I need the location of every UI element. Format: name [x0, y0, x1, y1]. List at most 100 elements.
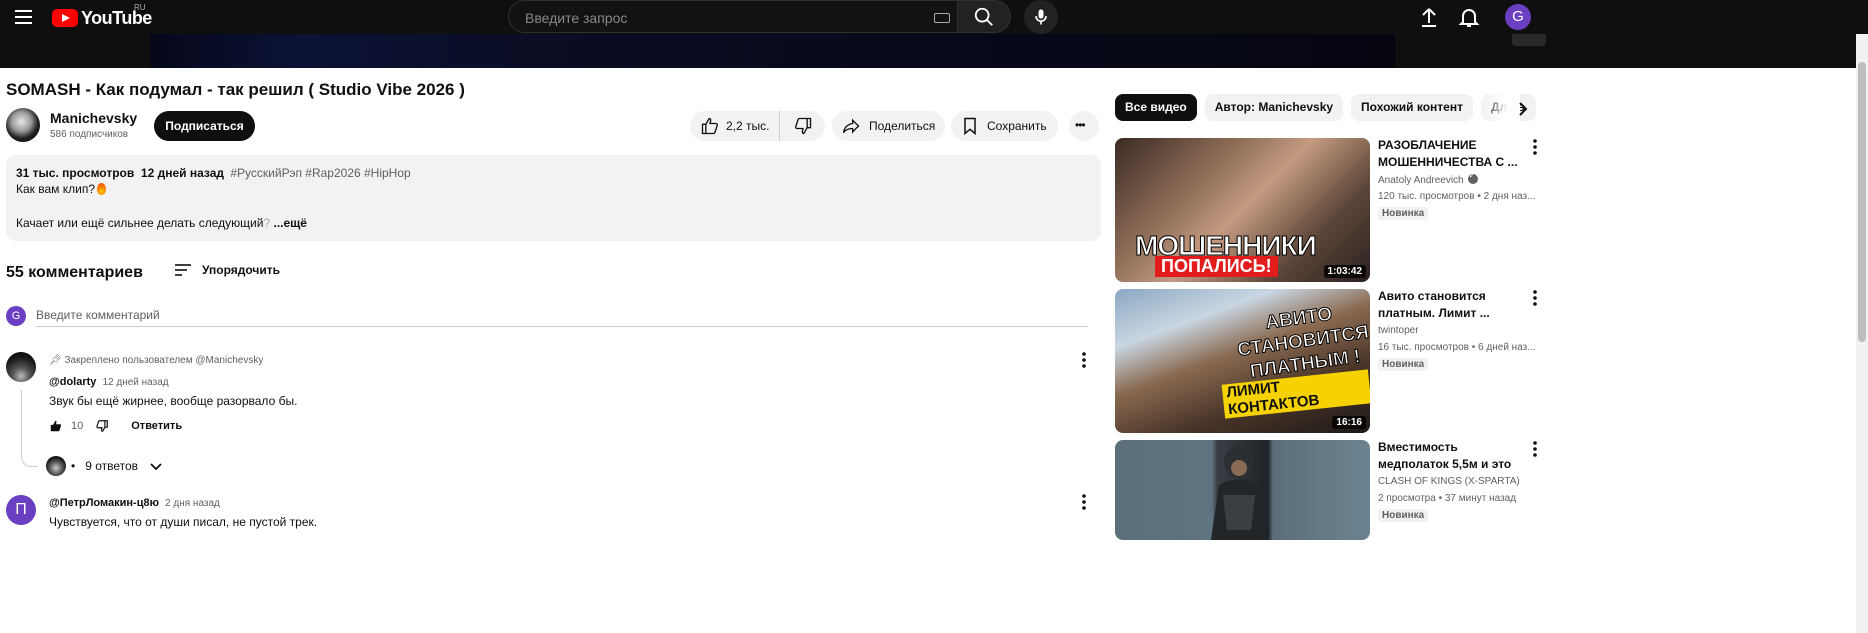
replies-toggle[interactable]: • 9 ответов — [46, 456, 164, 476]
thumbs-up-icon — [701, 117, 718, 135]
dislike-button[interactable] — [780, 111, 825, 141]
recommendation-thumbnail[interactable]: АВИТО СТАНОВИТСЯ ПЛАТНЫМ ! ЛИМИТ КОНТАКТ… — [1115, 289, 1370, 433]
video-duration: 1:03:42 — [1323, 265, 1366, 278]
comment-menu-icon[interactable] — [1076, 492, 1092, 512]
description-text: Качает или ещё сильнее делать следующий — [16, 216, 264, 230]
more-actions-button[interactable] — [1069, 111, 1099, 141]
comment-like-count: 10 — [71, 420, 84, 432]
comment-time[interactable]: 2 дня назад — [165, 498, 220, 509]
video-duration: 16:16 — [1332, 416, 1366, 429]
recommendation-menu-icon[interactable] — [1528, 137, 1542, 157]
commenter-avatar[interactable] — [6, 352, 36, 382]
new-badge: Новинка — [1378, 358, 1429, 371]
video-title: SOMASH - Как подумал - так решил ( Studi… — [6, 80, 465, 99]
chevron-right-icon — [1519, 102, 1528, 116]
share-button[interactable]: Поделиться — [832, 111, 945, 141]
comment-dislike-icon[interactable] — [95, 419, 109, 433]
comment-like-icon[interactable] — [49, 419, 63, 433]
hashtags[interactable]: #РусскийРэп #Rap2026 #HipHop — [230, 166, 410, 180]
comment-author[interactable]: @ПетрЛомакин-ц8ю — [49, 497, 159, 509]
bookmark-icon — [964, 117, 976, 136]
sort-comments-button[interactable]: Упорядочить — [174, 262, 280, 278]
comment-author[interactable]: @dolarty — [49, 376, 96, 388]
commenter-avatar[interactable]: П — [6, 495, 36, 525]
keyboard-icon[interactable] — [934, 13, 950, 23]
microphone-icon — [1035, 9, 1047, 25]
share-label: Поделиться — [869, 119, 936, 133]
recommendation-channel[interactable]: CLASH OF KINGS (X-SPARTA) — [1378, 476, 1520, 487]
thread-line — [21, 390, 38, 467]
fire-emoji-icon — [97, 183, 107, 195]
new-badge: Новинка — [1378, 509, 1429, 522]
recommendation-menu-icon[interactable] — [1528, 288, 1542, 308]
add-comment-input[interactable] — [36, 304, 1088, 327]
chip-all-videos[interactable]: Все видео — [1115, 94, 1197, 121]
thumbs-down-icon — [794, 117, 811, 135]
recommendation-title[interactable]: Авито становится платным. Лимит ... — [1378, 288, 1518, 322]
comment-menu-icon[interactable] — [1076, 350, 1092, 370]
chip-related[interactable]: Похожий контент — [1351, 94, 1473, 121]
search-button[interactable] — [958, 0, 1011, 33]
video-player[interactable] — [0, 34, 1856, 68]
comment-actions: 10 Ответить — [49, 419, 182, 433]
account-avatar[interactable]: G — [1505, 4, 1531, 30]
region-code: RU — [134, 3, 146, 12]
comment-time[interactable]: 12 дней назад — [102, 377, 168, 388]
player-frame[interactable] — [150, 34, 1395, 68]
subscriber-count: 586 подписчиков — [50, 129, 129, 140]
save-label: Сохранить — [987, 119, 1047, 133]
channel-name: Anatoly Andreevich — [1378, 175, 1464, 186]
recommendation-title[interactable]: Вместимость медполаток 5,5м и это ... — [1378, 439, 1518, 473]
recommendation-title[interactable]: РАЗОБЛАЧЕНИЕ МОШЕННИЧЕСТВА С ... — [1378, 137, 1518, 171]
pinned-label: 📌︎ Закреплено пользователем @Manichevsky — [49, 355, 263, 366]
recommendation-thumbnail[interactable]: МОШЕННИКИ ПОПАЛИСЬ! 1:03:42 — [1115, 138, 1370, 282]
description-box[interactable]: 31 тыс. просмотров 12 дней назад #Русски… — [6, 155, 1101, 241]
recommendation-menu-icon[interactable] — [1528, 439, 1542, 459]
scrollbar-thumb[interactable] — [1858, 62, 1866, 342]
youtube-logo[interactable]: YouTube RU — [52, 3, 152, 28]
pin-icon: 📌︎ — [49, 355, 62, 366]
new-badge: Новинка — [1378, 207, 1429, 220]
reply-author-avatar — [46, 456, 66, 476]
subscribe-button[interactable]: Подписаться — [154, 111, 255, 141]
player-control[interactable] — [1512, 34, 1546, 46]
recommendation-meta: 120 тыс. просмотров • 2 дня наз... — [1378, 191, 1536, 202]
reply-button[interactable]: Ответить — [131, 420, 182, 432]
create-button[interactable] — [1417, 5, 1441, 29]
description-text: Как вам клип? — [16, 182, 96, 196]
like-dislike-group: 2,2 тыс. — [690, 111, 825, 141]
search-icon — [974, 7, 993, 26]
save-button[interactable]: Сохранить — [951, 111, 1058, 141]
recommendation-meta: 16 тыс. просмотров • 6 дней наз... — [1378, 342, 1536, 353]
menu-button[interactable] — [10, 6, 36, 28]
replies-count: 9 ответов — [85, 459, 139, 473]
notifications-button[interactable] — [1457, 5, 1481, 29]
share-icon — [842, 118, 860, 134]
pinned-text: Закреплено пользователем @Manichevsky — [64, 355, 264, 366]
comment-text: Чувствуется, что от души писал, не пусто… — [49, 515, 318, 529]
comment-count: 55 комментариев — [6, 264, 143, 281]
search-input[interactable] — [523, 7, 907, 29]
sort-label: Упорядочить — [202, 263, 281, 277]
voice-search-button[interactable] — [1024, 0, 1058, 34]
view-count: 31 тыс. просмотров — [16, 166, 135, 180]
chip-by-author[interactable]: Автор: Manichevsky — [1204, 94, 1344, 121]
recommendation-meta: 2 просмотра • 37 минут назад — [1378, 493, 1517, 504]
bell-icon — [1458, 9, 1480, 27]
chips-next-button[interactable] — [1512, 98, 1534, 120]
show-more-link[interactable]: ...ещё — [274, 216, 307, 230]
like-button[interactable]: 2,2 тыс. — [690, 111, 780, 141]
upload-icon — [1422, 8, 1436, 27]
masthead: YouTube RU G — [0, 0, 1868, 34]
recommendation-channel[interactable]: Anatoly Andreevich — [1378, 171, 1478, 186]
recommendation-channel[interactable]: twintoper — [1378, 325, 1419, 336]
search-box — [508, 0, 958, 33]
page-scrollbar[interactable] — [1856, 34, 1868, 633]
like-count: 2,2 тыс. — [726, 119, 770, 133]
channel-avatar[interactable] — [6, 108, 40, 142]
channel-name[interactable]: Manichevsky — [50, 110, 137, 126]
chevron-down-icon — [150, 463, 162, 471]
recommendation-thumbnail[interactable] — [1115, 440, 1370, 540]
description-text-tail: ? — [263, 216, 271, 230]
warrior-figure-icon — [1211, 446, 1267, 540]
